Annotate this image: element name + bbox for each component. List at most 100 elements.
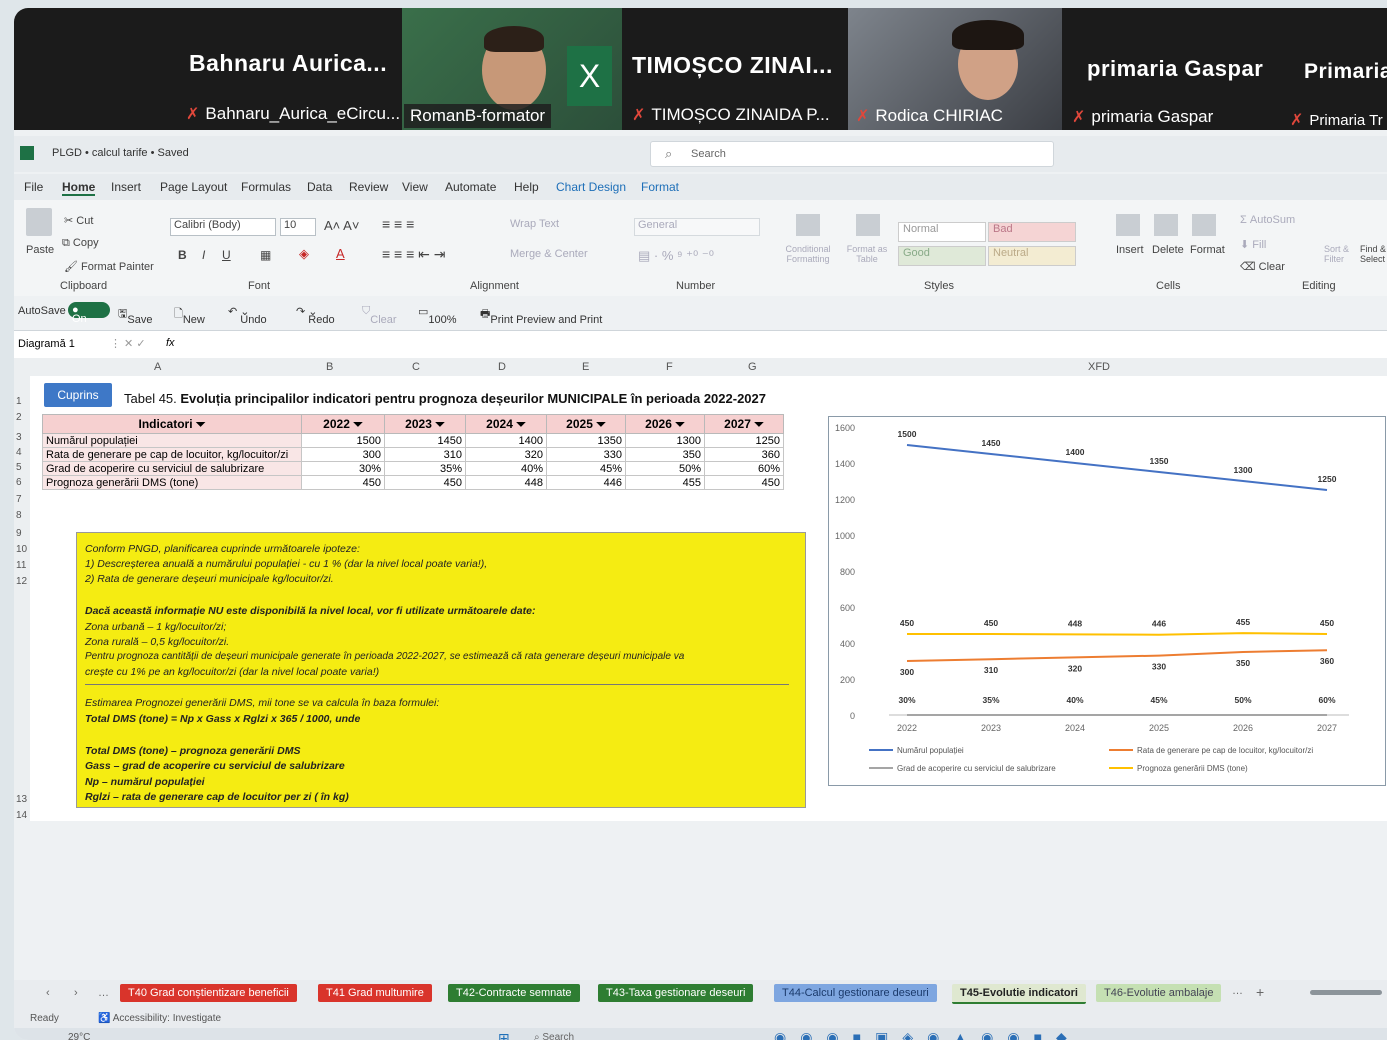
header-cell[interactable]: 2026 ⏷: [625, 414, 705, 434]
fx-icon[interactable]: fx: [166, 337, 175, 349]
sheet-tab[interactable]: T41 Grad multumire: [318, 984, 432, 1002]
value-cell[interactable]: 320: [465, 447, 547, 462]
row-header[interactable]: 4: [16, 447, 22, 458]
column-header[interactable]: D: [498, 361, 506, 373]
find-select-button[interactable]: Find & Select: [1360, 244, 1387, 264]
column-header[interactable]: B: [326, 361, 333, 373]
tab-formulas[interactable]: Formulas: [241, 180, 291, 194]
value-cell[interactable]: 40%: [465, 461, 547, 476]
cuprins-button[interactable]: Cuprins: [44, 383, 112, 407]
column-header[interactable]: E: [582, 361, 589, 373]
horizontal-scrollbar[interactable]: [1310, 990, 1382, 995]
copy-button[interactable]: ⧉ Copy: [62, 237, 99, 250]
tab-chart-design[interactable]: Chart Design: [556, 180, 626, 194]
value-cell[interactable]: 450: [301, 475, 385, 490]
value-cell[interactable]: 300: [301, 447, 385, 462]
tab-home[interactable]: Home: [62, 180, 96, 196]
windows-start-icon[interactable]: ⊞: [498, 1030, 510, 1040]
zoom-button[interactable]: ▭ 100%: [418, 305, 457, 326]
fill-button[interactable]: ⬇ Fill: [1240, 238, 1266, 251]
merge-center-button[interactable]: Merge & Center: [510, 248, 588, 260]
taskbar-search[interactable]: ⌕ Search: [534, 1032, 574, 1040]
undo-button[interactable]: ↶ Undo ⌄: [228, 305, 267, 326]
participant-tile[interactable]: Primaria ✗ Primaria Tr: [1280, 8, 1387, 130]
column-header[interactable]: C: [412, 361, 420, 373]
value-cell[interactable]: 1250: [704, 433, 784, 448]
column-header[interactable]: F: [666, 361, 673, 373]
autosave-toggle[interactable]: On ●: [68, 302, 110, 325]
tab-data[interactable]: Data: [307, 180, 332, 194]
italic-button[interactable]: I: [202, 248, 205, 262]
row-header[interactable]: 9: [16, 528, 22, 539]
font-color-icon[interactable]: A: [336, 246, 345, 261]
value-cell[interactable]: 350: [625, 447, 705, 462]
participant-tile[interactable]: primaria Gaspar ✗ primaria Gaspar: [1062, 8, 1280, 130]
print-preview-button[interactable]: 🖶 Print Preview and Print: [480, 305, 602, 326]
paste-button[interactable]: Paste: [26, 244, 54, 256]
tab-file[interactable]: File: [24, 180, 43, 194]
value-cell[interactable]: 310: [384, 447, 466, 462]
more-sheets-icon[interactable]: …: [1232, 985, 1243, 997]
style-neutral[interactable]: Neutral: [988, 246, 1076, 266]
value-cell[interactable]: 450: [384, 475, 466, 490]
taskbar-app-icons[interactable]: ◉◉◉■▣◈◉▲◉◉■◆: [774, 1029, 1081, 1040]
row-header[interactable]: 6: [16, 477, 22, 488]
row-header[interactable]: 7: [16, 494, 22, 505]
sheet-tab[interactable]: T42-Contracte semnate: [448, 984, 580, 1002]
clear-filter-button[interactable]: ⛉ Clear: [362, 305, 397, 326]
column-header[interactable]: A: [154, 361, 161, 373]
participant-tile[interactable]: TIMOȘCO ZINAI... ✗ TIMOȘCO ZINAIDA P...: [622, 8, 848, 130]
header-cell[interactable]: 2023 ⏷: [384, 414, 466, 434]
sort-filter-button[interactable]: Sort & Filter: [1324, 244, 1358, 264]
value-cell[interactable]: 1300: [625, 433, 705, 448]
value-cell[interactable]: 330: [546, 447, 626, 462]
conditional-formatting-button[interactable]: Conditional Formatting: [778, 244, 838, 264]
value-cell[interactable]: 455: [625, 475, 705, 490]
font-name-select[interactable]: Calibri (Body): [170, 218, 276, 236]
align-left-icon[interactable]: ≡ ≡ ≡ ⇤ ⇥: [382, 246, 446, 263]
header-cell[interactable]: 2022 ⏷: [301, 414, 385, 434]
fill-color-icon[interactable]: ◈: [299, 246, 309, 262]
new-button[interactable]: 🗋 New: [174, 305, 205, 326]
save-button[interactable]: 🖫 Save: [118, 305, 152, 326]
borders-icon[interactable]: ▦: [260, 248, 271, 262]
tab-page-layout[interactable]: Page Layout: [160, 180, 227, 194]
underline-button[interactable]: U: [222, 248, 231, 262]
value-cell[interactable]: 1500: [301, 433, 385, 448]
format-as-table-button[interactable]: Format as Table: [842, 244, 892, 264]
tab-automate[interactable]: Automate: [445, 180, 496, 194]
header-cell[interactable]: 2027 ⏷: [704, 414, 784, 434]
tab-scroll-prev-icon[interactable]: ‹: [46, 987, 50, 999]
insert-cells-button[interactable]: Insert: [1116, 244, 1144, 256]
tab-review[interactable]: Review: [349, 180, 388, 194]
header-cell[interactable]: 2025 ⏷: [546, 414, 626, 434]
row-header[interactable]: 11: [16, 560, 26, 571]
cut-button[interactable]: ✂ Cut: [64, 214, 93, 227]
sheet-tab[interactable]: T46-Evolutie ambalaje: [1096, 984, 1222, 1002]
sheet-tab[interactable]: T43-Taxa gestionare deseuri: [598, 984, 754, 1002]
grow-font-icon[interactable]: A˄ A˅: [324, 218, 359, 233]
value-cell[interactable]: 448: [465, 475, 547, 490]
more-tabs-icon[interactable]: …: [98, 987, 109, 999]
row-label-cell[interactable]: Prognoza generării DMS (tone): [42, 475, 302, 490]
value-cell[interactable]: 35%: [384, 461, 466, 476]
percent-icon[interactable]: ▤ · % ⁹ ⁺⁰ ⁻⁰: [638, 248, 714, 264]
row-header[interactable]: 5: [16, 462, 22, 473]
row-header[interactable]: 10: [16, 544, 27, 555]
file-title[interactable]: PLGD • calcul tarife • Saved: [52, 147, 189, 159]
tab-view[interactable]: View: [402, 180, 428, 194]
row-header[interactable]: 13: [16, 794, 27, 805]
name-box[interactable]: Diagramă 1: [18, 338, 75, 350]
header-cell[interactable]: 2024 ⏷: [465, 414, 547, 434]
row-header[interactable]: 14: [16, 810, 27, 821]
value-cell[interactable]: 1400: [465, 433, 547, 448]
row-header[interactable]: 3: [16, 432, 22, 443]
search-box[interactable]: ⌕ Search: [650, 141, 1054, 167]
column-header[interactable]: G: [748, 361, 757, 373]
row-label-cell[interactable]: Rata de generare pe cap de locuitor, kg/…: [42, 447, 302, 462]
tab-help[interactable]: Help: [514, 180, 539, 194]
delete-cells-button[interactable]: Delete: [1152, 244, 1184, 256]
chart-area[interactable]: 0 200 400 600 800 1000 1200 1400 1600 2022 2023 202…: [828, 416, 1386, 786]
row-label-cell[interactable]: Grad de acoperire cu serviciul de salubr…: [42, 461, 302, 476]
formula-input[interactable]: [186, 334, 1382, 354]
